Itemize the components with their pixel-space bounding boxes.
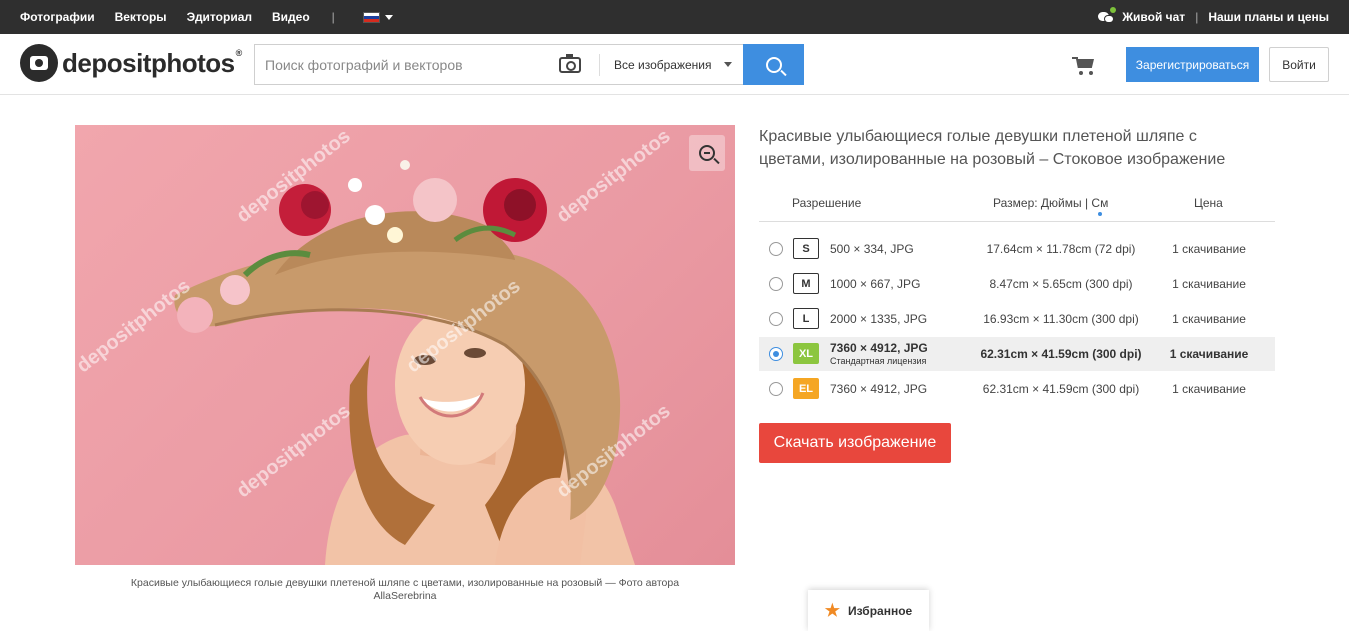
size-resolution: 2000 × 1335, JPG [830,312,928,326]
size-badge: XL [793,343,819,364]
live-chat-link[interactable]: Живой чат [1122,10,1185,24]
size-radio[interactable] [769,347,783,361]
size-radio[interactable] [769,277,783,291]
russia-flag-icon[interactable] [362,11,380,23]
top-nav: Фотографии Векторы Эдиториал Видео | [20,0,393,34]
size-dimensions: 16.93cm × 11.30cm (300 dpi) [983,312,1139,326]
size-option-row[interactable]: EL 7360 × 4912, JPG 62.31cm × 41.59cm (3… [759,372,1275,406]
size-resolution: 1000 × 667, JPG [830,277,921,291]
size-badge: S [793,238,819,259]
table-header: Разрешение Размер: Дюймы | См Цена [759,185,1275,222]
size-badge: L [793,308,819,329]
size-radio[interactable] [769,312,783,326]
logo[interactable]: depositphotos® [20,44,242,82]
caption-text: Красивые улыбающиеся голые девушки плете… [130,577,680,589]
favorites-label: Избранное [848,603,913,618]
size-option-row[interactable]: S 500 × 334, JPG 17.64cm × 11.78cm (72 d… [759,232,1275,266]
zoom-button[interactable] [689,135,725,171]
image-type-label: Все изображения [614,57,712,72]
search-divider [599,53,600,76]
size-badge: M [793,273,819,294]
header-size[interactable]: Размер: Дюймы | См [993,196,1109,216]
top-divider: | [1195,10,1199,24]
stock-photo[interactable]: depositphotos depositphotos depositphoto… [75,125,735,565]
favorites-tab[interactable]: ★ Избранное [808,590,929,631]
size-option-row[interactable]: M 1000 × 667, JPG 8.47cm × 5.65cm (300 d… [759,267,1275,301]
image-type-dropdown[interactable]: Все изображения [614,58,740,72]
search-button[interactable] [743,44,804,85]
chevron-down-icon [723,62,732,67]
photo-illustration [174,160,635,565]
camera-search-icon[interactable] [559,53,581,73]
size-dimensions: 62.31cm × 41.59cm (300 dpi) [982,382,1140,396]
size-badge: EL [793,378,819,399]
size-price: 1 скачивание [1172,277,1246,291]
language-chevron-down-icon[interactable] [384,14,393,20]
header-price: Цена [1194,196,1223,210]
header-resolution: Разрешение [792,196,862,210]
size-resolution: 7360 × 4912, JPG [830,341,928,355]
title-line-2: цветами, изолированные на розовый – Сток… [759,151,1226,168]
author-link[interactable]: AllaSerebrina [75,590,735,603]
header: depositphotos® Все изображения Зарегистр… [0,34,1349,95]
size-dimensions: 17.64cm × 11.78cm (72 dpi) [986,242,1136,256]
download-button[interactable]: Скачать изображение [759,423,951,463]
size-option-row-selected[interactable]: XL 7360 × 4912, JPG Стандартная лицензия… [759,337,1275,371]
cart-icon[interactable] [1072,57,1096,75]
search-icon [765,56,782,73]
size-price: 1 скачивание [1172,242,1246,256]
login-button[interactable]: Войти [1269,47,1329,82]
size-radio[interactable] [769,382,783,396]
register-button[interactable]: Зарегистрироваться [1126,47,1259,82]
size-resolution: 500 × 334, JPG [830,242,914,256]
logo-text: depositphotos® [62,47,242,78]
nav-editorial[interactable]: Эдиториал [187,10,252,24]
size-price: 1 скачивание [1172,382,1246,396]
title-line-1: Красивые улыбающиеся голые девушки плете… [759,128,1197,145]
top-bar: Фотографии Векторы Эдиториал Видео | Жив… [0,0,1349,34]
size-price: 1 скачивание [1169,347,1249,361]
top-right-links: Живой чат | Наши планы и цены [1098,0,1329,34]
size-resolution: 7360 × 4912, JPG [830,382,928,396]
star-icon: ★ [824,600,841,620]
unit-indicator-dot [1098,212,1102,216]
size-dimensions: 62.31cm × 41.59cm (300 dpi) [980,347,1142,361]
search-bar: Все изображения [254,44,744,85]
nav-separator: | [331,10,335,24]
search-input[interactable] [255,45,551,84]
nav-vectors[interactable]: Векторы [115,10,167,24]
size-option-row[interactable]: L 2000 × 1335, JPG 16.93cm × 11.30cm (30… [759,302,1275,336]
size-radio[interactable] [769,242,783,256]
chat-icon [1098,6,1117,24]
size-dimensions: 8.47cm × 5.65cm (300 dpi) [989,277,1133,291]
page-title: Красивые улыбающиеся голые девушки плете… [759,125,1279,171]
zoom-in-icon [699,145,715,161]
photo-caption: Красивые улыбающиеся голые девушки плете… [75,577,735,603]
plans-link[interactable]: Наши планы и цены [1208,10,1329,24]
license-label: Стандартная лицензия [830,356,927,366]
header-size-label: Размер: Дюймы | См [993,196,1109,210]
camera-logo-icon [20,44,58,82]
nav-photos[interactable]: Фотографии [20,10,95,24]
size-price: 1 скачивание [1172,312,1246,326]
nav-video[interactable]: Видео [272,10,310,24]
